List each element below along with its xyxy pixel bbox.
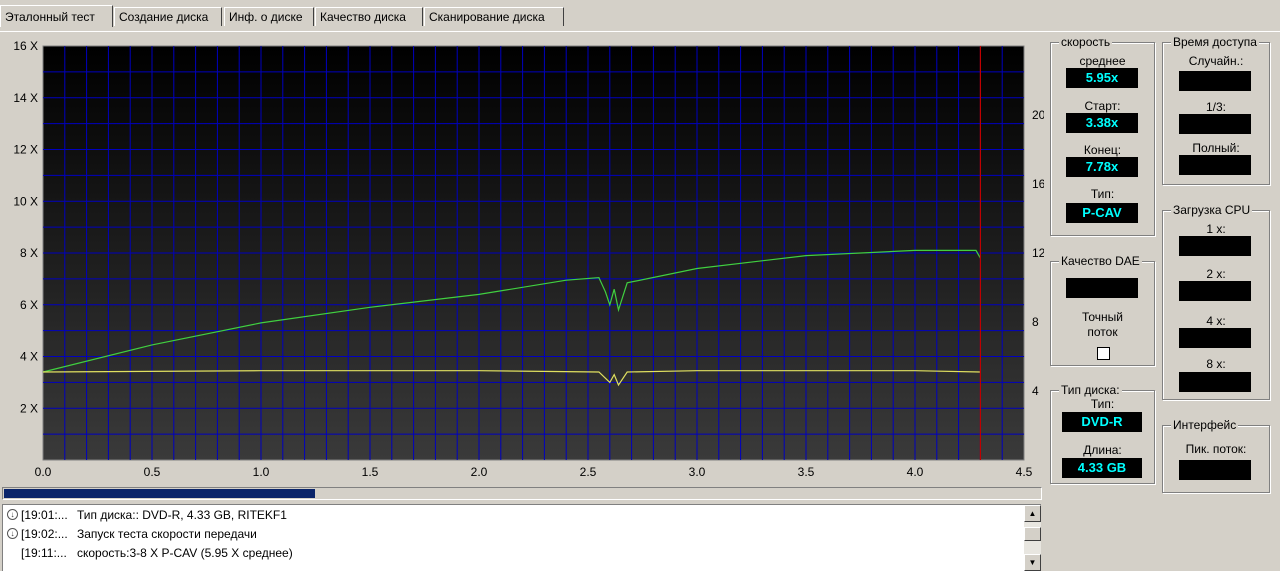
speed-chart: 0.0 0.5 1.0 1.5 2.0 2.5 3.0 3.5 4.0 4.5 16 X14 X1… bbox=[13, 39, 1044, 479]
y-left-tick-label: 6 X bbox=[20, 298, 38, 312]
y-right-tick-label: 8 bbox=[1032, 315, 1039, 329]
cpu-load-group: Загрузка CPU 1 x: 2 x: 4 x: 8 x: bbox=[1162, 203, 1270, 400]
disc-type-group: Тип диска: Тип: DVD-R Длина: 4.33 GB bbox=[1050, 383, 1155, 484]
third-access-value bbox=[1179, 114, 1251, 134]
x-tick-label: 1.0 bbox=[253, 465, 270, 479]
dae-group-title: Качество DAE bbox=[1059, 254, 1142, 268]
log-list[interactable]: ↓ [19:01:... Тип диска:: DVD-R, 4.33 GB,… bbox=[2, 504, 1041, 571]
log-message: скорость:3-8 X P-CAV (5.95 X среднее) bbox=[77, 546, 293, 560]
y-left-tick-label: 8 X bbox=[20, 246, 38, 260]
tab-bar: Эталонный тест Создание диска Инф. о дис… bbox=[0, 5, 1280, 32]
accurate-stream-label: Точный bbox=[1081, 310, 1123, 324]
disc-type-label: Тип: bbox=[1090, 397, 1115, 411]
random-access-value bbox=[1179, 71, 1251, 91]
y-axis-right: 20 16 12 8 4 bbox=[1032, 108, 1044, 398]
scroll-down-button[interactable]: ▼ bbox=[1024, 554, 1041, 571]
interface-title: Интерфейс bbox=[1171, 418, 1239, 432]
cpu-4x-label: 4 x: bbox=[1206, 314, 1226, 328]
cpu-2x-value bbox=[1179, 281, 1251, 301]
tab-divider bbox=[0, 31, 1280, 32]
cpu-4x-value bbox=[1179, 328, 1251, 348]
y-right-tick-label: 4 bbox=[1032, 384, 1039, 398]
cpu-2x-label: 2 x: bbox=[1206, 267, 1226, 281]
y-right-tick-label: 20 bbox=[1032, 108, 1044, 122]
avg-speed-label: среднее bbox=[1079, 54, 1126, 68]
log-message: Запуск теста скорости передачи bbox=[77, 527, 257, 541]
y-right-tick-label: 12 bbox=[1032, 246, 1044, 260]
accurate-stream-checkbox[interactable] bbox=[1097, 347, 1110, 360]
cpu-8x-label: 8 x: bbox=[1206, 357, 1226, 371]
x-tick-label: 3.5 bbox=[798, 465, 815, 479]
info-icon: ↓ bbox=[7, 509, 18, 520]
x-tick-label: 2.5 bbox=[580, 465, 597, 479]
y-axis-left: 16 X 14 X 12 X 10 X 8 X 6 X 4 X 2 X bbox=[13, 39, 38, 415]
info-icon: ↓ bbox=[7, 528, 18, 539]
tab-disc-quality[interactable]: Качество диска bbox=[315, 7, 423, 26]
speed-group: скорость среднее 5.95x Старт: 3.38x Коне… bbox=[1050, 35, 1155, 236]
start-speed-value: 3.38x bbox=[1066, 113, 1138, 133]
log-time: [19:11:... bbox=[21, 546, 67, 560]
x-tick-label: 0.0 bbox=[35, 465, 52, 479]
start-speed-label: Старт: bbox=[1084, 99, 1121, 113]
x-tick-label: 1.5 bbox=[362, 465, 379, 479]
cpu-8x-value bbox=[1179, 372, 1251, 392]
progress-fill bbox=[4, 489, 315, 498]
x-tick-label: 0.5 bbox=[144, 465, 161, 479]
disc-length-label: Длина: bbox=[1083, 443, 1122, 457]
burst-rate-label: Пик. поток: bbox=[1185, 442, 1247, 456]
y-left-tick-label: 10 X bbox=[13, 194, 38, 208]
third-access-label: 1/3: bbox=[1205, 100, 1226, 114]
x-axis: 0.0 0.5 1.0 1.5 2.0 2.5 3.0 3.5 4.0 4.5 bbox=[35, 465, 1033, 479]
x-tick-label: 3.0 bbox=[689, 465, 706, 479]
tab-create-disc[interactable]: Создание диска bbox=[114, 7, 222, 26]
cpu-load-title: Загрузка CPU bbox=[1171, 203, 1253, 217]
interface-group: Интерфейс Пик. поток: bbox=[1162, 418, 1270, 493]
y-left-tick-label: 4 X bbox=[20, 350, 38, 364]
tab-disc-info[interactable]: Инф. о диске bbox=[224, 7, 314, 26]
dae-quality-value bbox=[1066, 278, 1138, 298]
x-tick-label: 2.0 bbox=[471, 465, 488, 479]
tab-benchmark[interactable]: Эталонный тест bbox=[0, 5, 113, 27]
scroll-up-button[interactable]: ▲ bbox=[1024, 505, 1041, 522]
tab-disc-scan[interactable]: Сканирование диска bbox=[424, 7, 564, 26]
cpu-1x-value bbox=[1179, 236, 1251, 256]
full-access-label: Полный: bbox=[1192, 141, 1240, 155]
end-speed-label: Конец: bbox=[1083, 143, 1122, 157]
dae-group: Качество DAE Точный поток bbox=[1050, 254, 1155, 366]
y-left-tick-label: 16 X bbox=[13, 39, 38, 53]
speed-group-title: скорость bbox=[1059, 35, 1113, 49]
full-access-value bbox=[1179, 155, 1251, 175]
y-left-tick-label: 14 X bbox=[13, 91, 38, 105]
log-time: [19:02:... bbox=[21, 527, 68, 541]
end-speed-value: 7.78x bbox=[1066, 157, 1138, 177]
speed-type-value: P-CAV bbox=[1066, 203, 1138, 223]
scroll-thumb[interactable] bbox=[1024, 527, 1041, 541]
log-time: [19:01:... bbox=[21, 508, 68, 522]
disc-type-value: DVD-R bbox=[1062, 412, 1142, 432]
access-time-title: Время доступа bbox=[1171, 35, 1259, 49]
burst-rate-value bbox=[1179, 460, 1251, 480]
y-left-tick-label: 2 X bbox=[20, 401, 38, 415]
cpu-1x-label: 1 x: bbox=[1206, 222, 1226, 236]
log-scrollbar[interactable]: ▲ ▼ bbox=[1024, 505, 1041, 571]
access-time-group: Время доступа Случайн.: 1/3: Полный: bbox=[1162, 35, 1270, 185]
x-tick-label: 4.5 bbox=[1016, 465, 1033, 479]
disc-length-value: 4.33 GB bbox=[1062, 458, 1142, 478]
disc-type-title: Тип диска: bbox=[1059, 383, 1122, 397]
log-message: Тип диска:: DVD-R, 4.33 GB, RITEKF1 bbox=[77, 508, 287, 522]
random-access-label: Случайн.: bbox=[1188, 54, 1244, 68]
avg-speed-value: 5.95x bbox=[1066, 68, 1138, 88]
accurate-stream-label-2: поток bbox=[1087, 325, 1118, 339]
y-right-tick-label: 16 bbox=[1032, 177, 1044, 191]
y-left-tick-label: 12 X bbox=[13, 143, 38, 157]
progress-bar bbox=[2, 487, 1042, 500]
x-tick-label: 4.0 bbox=[907, 465, 924, 479]
speed-type-label: Тип: bbox=[1090, 187, 1115, 201]
